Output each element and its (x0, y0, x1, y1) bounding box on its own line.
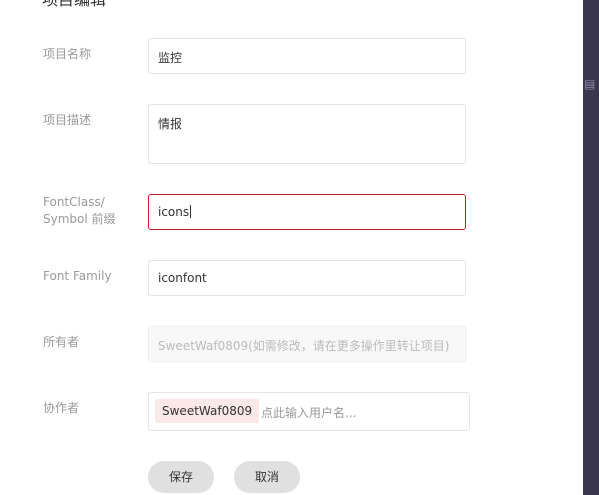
collaborator-tag[interactable]: SweetWaf0809 (155, 399, 260, 423)
owner-input: SweetWaf0809(如需修改，请在更多操作里转让项目) (148, 326, 466, 362)
partial-menu-icon: ▤ (584, 77, 596, 91)
dialog-title: 项目编辑 (42, 0, 106, 10)
project-name-label: 项目名称 (43, 47, 92, 61)
collaborator-search-input[interactable]: 点此输入用户名... (261, 404, 356, 421)
collaborators-field[interactable]: SweetWaf0809 点此输入用户名... (148, 392, 470, 431)
prefix-value-wrap: icons (158, 205, 192, 219)
project-edit-dialog: 项目编辑 项目名称 监控 项目描述 情报 FontClass/ Symbol 前… (0, 0, 583, 495)
text-caret (190, 205, 192, 218)
font-family-label: Font Family (43, 269, 112, 283)
font-family-input[interactable]: iconfont (148, 260, 466, 296)
collaborators-label: 协作者 (43, 401, 80, 415)
project-name-value: 监控 (158, 51, 183, 65)
prefix-label: FontClass/ Symbol 前缀 (43, 194, 143, 228)
save-button[interactable]: 保存 (148, 461, 214, 493)
project-description-textarea[interactable]: 情报 (148, 104, 466, 164)
prefix-label-line2: Symbol 前缀 (43, 212, 116, 226)
cancel-button[interactable]: 取消 (234, 461, 300, 493)
font-family-value: iconfont (158, 271, 207, 285)
project-description-value: 情报 (158, 117, 183, 131)
owner-label: 所有者 (43, 335, 80, 349)
project-description-label: 项目描述 (43, 113, 92, 127)
owner-value: SweetWaf0809(如需修改，请在更多操作里转让项目) (158, 339, 450, 353)
project-name-input[interactable]: 监控 (148, 38, 466, 74)
prefix-label-line1: FontClass/ (43, 195, 105, 209)
prefix-input[interactable]: icons (148, 194, 466, 230)
background-side-panel: ▤ (583, 0, 599, 495)
prefix-value: icons (158, 205, 190, 219)
